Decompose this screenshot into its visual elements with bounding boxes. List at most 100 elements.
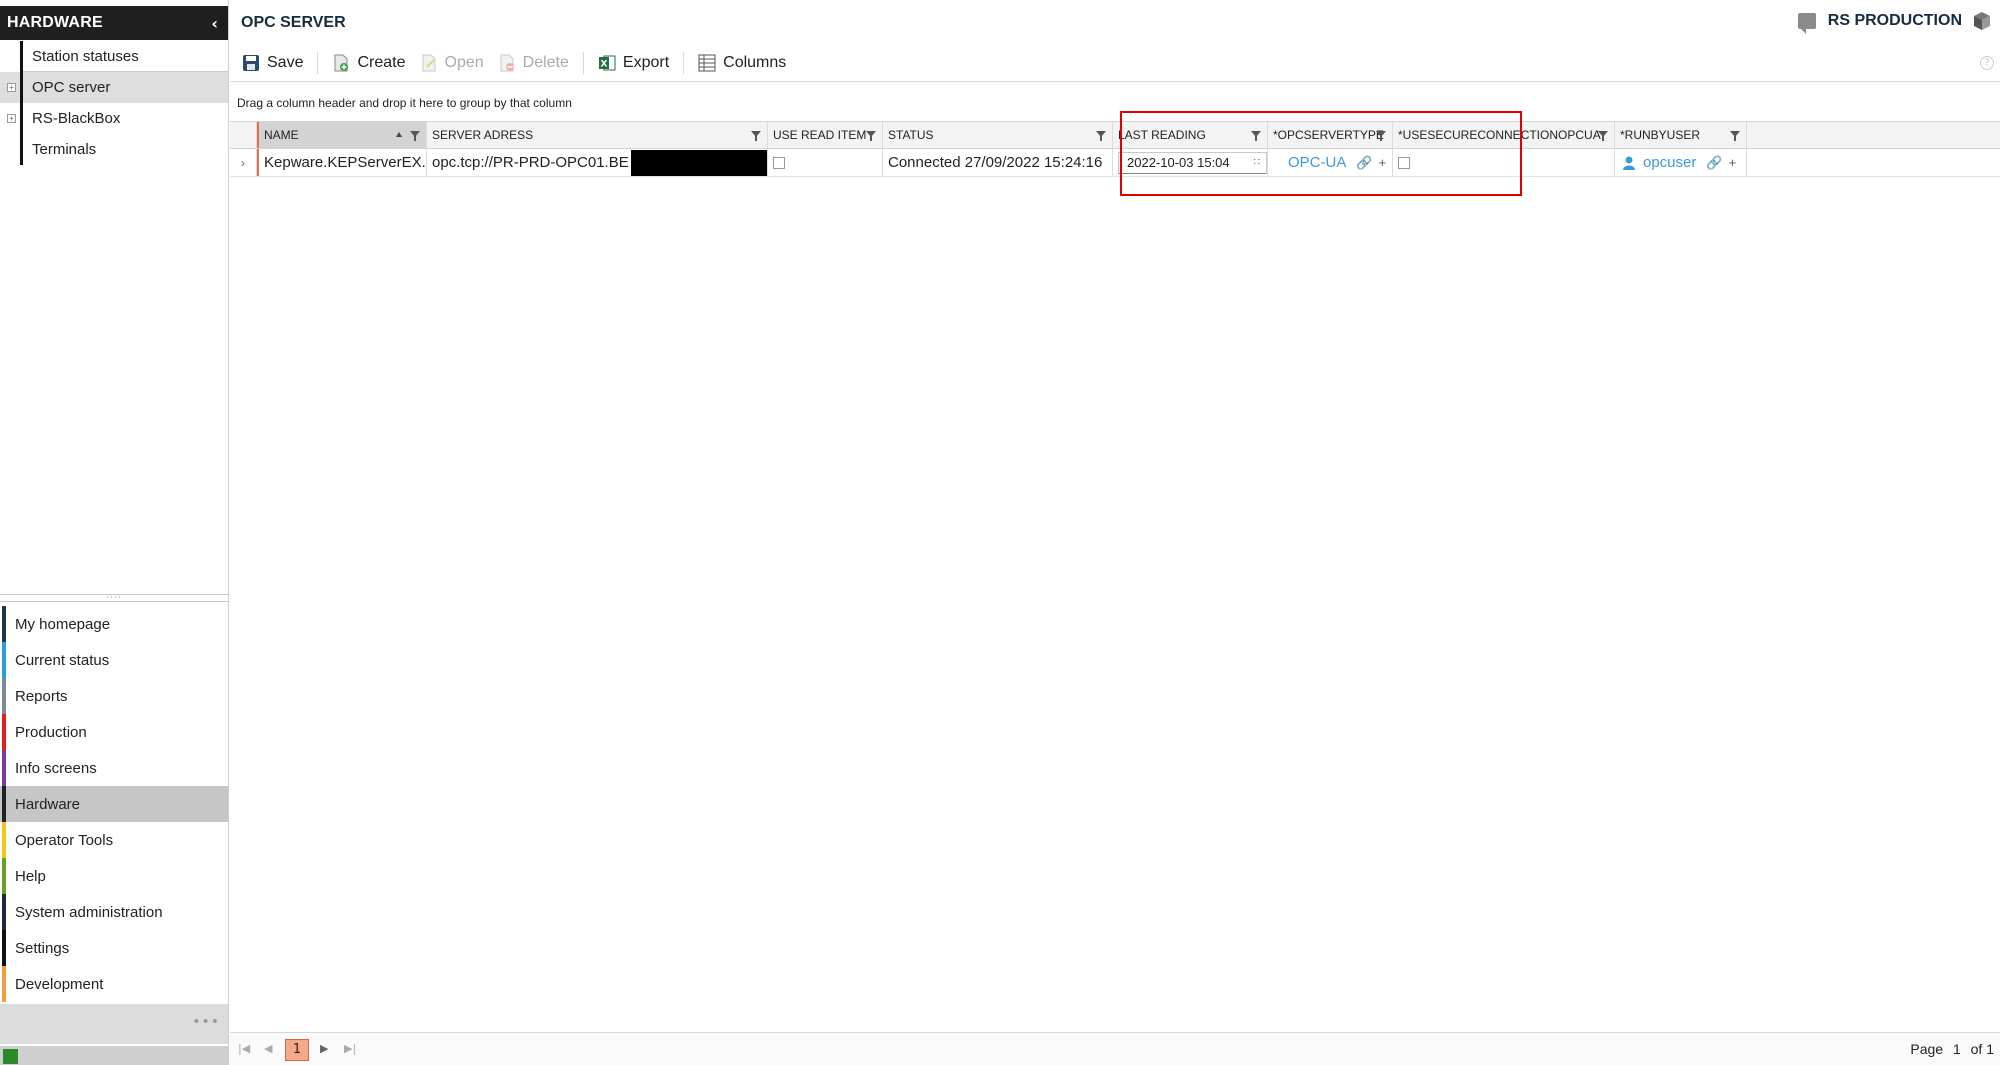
header-use-read-item[interactable]: USE READ ITEM bbox=[768, 122, 883, 148]
toolbar-separator bbox=[317, 51, 319, 74]
export-button[interactable]: X Export bbox=[598, 54, 669, 72]
tree-item-station-statuses[interactable]: Station statuses bbox=[0, 41, 228, 72]
cell-status[interactable]: Connected 27/09/2022 15:24:16 bbox=[883, 149, 1113, 176]
nav-item-label: Development bbox=[15, 975, 104, 993]
header-server-address-label: SERVER ADRESS bbox=[432, 128, 534, 142]
header-run-by-user[interactable]: *RUNBYUSER bbox=[1615, 122, 1747, 148]
page-info: Page 1 of 1 bbox=[1904, 1041, 1994, 1057]
cell-run-by-user[interactable]: opcuser 🔗 + bbox=[1615, 149, 1747, 176]
nav-item-reports[interactable]: Reports bbox=[0, 678, 228, 714]
sort-ascending-icon bbox=[396, 132, 402, 137]
page-label: Page bbox=[1910, 1041, 1944, 1057]
cell-use-read-item[interactable] bbox=[768, 149, 883, 176]
sidebar: HARDWARE ‹ Station statuses + OPC server… bbox=[0, 0, 229, 1065]
sidebar-title: HARDWARE bbox=[7, 14, 103, 31]
header-right: RS PRODUCTION bbox=[1797, 12, 1990, 34]
save-button[interactable]: Save bbox=[242, 54, 303, 72]
delete-button[interactable]: Delete bbox=[498, 54, 569, 72]
group-by-drop-area[interactable]: Drag a column header and drop it here to… bbox=[237, 96, 572, 110]
nav-item-help[interactable]: Help bbox=[0, 858, 228, 894]
header-server-address[interactable]: SERVER ADRESS bbox=[427, 122, 768, 148]
open-label: Open bbox=[444, 53, 484, 71]
page-title: OPC SERVER bbox=[241, 14, 346, 31]
more-dots-icon[interactable]: ••• bbox=[192, 1014, 220, 1030]
save-label: Save bbox=[267, 53, 304, 71]
tree-item-rs-blackbox[interactable]: + RS-BlackBox bbox=[0, 103, 228, 134]
filter-icon[interactable] bbox=[866, 131, 876, 141]
expand-plus-icon[interactable]: + bbox=[7, 114, 16, 123]
help-question-icon[interactable]: ? bbox=[1980, 56, 1994, 70]
sidebar-splitter[interactable]: ···· bbox=[0, 594, 228, 603]
nav-color-stripe bbox=[2, 858, 6, 894]
nav-item-info-screens[interactable]: Info screens bbox=[0, 750, 228, 786]
header-status[interactable]: STATUS bbox=[883, 122, 1113, 148]
tree-item-bar bbox=[20, 41, 23, 72]
toolbar-separator bbox=[582, 51, 584, 74]
table-row[interactable]: › Kepware.KEPServerEX.V6 opc.tcp://PR-PR… bbox=[230, 149, 2000, 177]
nav-item-label: Operator Tools bbox=[15, 831, 114, 849]
cell-name[interactable]: Kepware.KEPServerEX.V6 bbox=[257, 149, 427, 176]
toolbar: Save Create Open Delete X Export Columns… bbox=[230, 44, 2000, 82]
nav-color-stripe bbox=[2, 930, 6, 966]
chat-icon[interactable] bbox=[1797, 13, 1816, 34]
columns-label: Columns bbox=[723, 53, 787, 71]
filter-icon[interactable] bbox=[1730, 131, 1740, 141]
use-read-item-checkbox[interactable] bbox=[773, 156, 785, 169]
expand-plus-icon[interactable]: + bbox=[7, 83, 16, 92]
svg-text:X: X bbox=[600, 59, 607, 69]
company-name: RS PRODUCTION bbox=[1827, 12, 1962, 29]
nav-color-stripe bbox=[2, 894, 6, 930]
delete-document-icon bbox=[500, 54, 514, 71]
filter-icon[interactable] bbox=[1598, 131, 1608, 141]
main-navigation: My homepage Current status Reports Produ… bbox=[0, 606, 228, 1002]
header-name[interactable]: NAME bbox=[257, 122, 427, 148]
sidebar-footer: ••• bbox=[0, 1004, 228, 1044]
nav-item-label: Help bbox=[15, 867, 46, 885]
export-label: Export bbox=[622, 53, 670, 71]
current-page-button[interactable]: 1 bbox=[285, 1039, 309, 1061]
create-button[interactable]: Create bbox=[332, 54, 406, 72]
nav-item-hardware[interactable]: Hardware bbox=[0, 786, 228, 822]
cube-icon[interactable] bbox=[1974, 12, 1990, 30]
last-page-icon[interactable]: ▶| bbox=[344, 1042, 356, 1055]
first-page-icon[interactable]: |◀ bbox=[238, 1042, 250, 1055]
nav-item-system-administration[interactable]: System administration bbox=[0, 894, 228, 930]
columns-button[interactable]: Columns bbox=[698, 54, 786, 72]
floppy-disk-icon bbox=[243, 54, 259, 71]
grid-header-row: NAME SERVER ADRESS USE READ ITEM STATUS … bbox=[230, 121, 2000, 149]
tree-item-opc-server[interactable]: + OPC server bbox=[0, 72, 228, 103]
new-document-icon bbox=[334, 54, 349, 71]
next-page-icon[interactable]: ▶ bbox=[320, 1042, 328, 1055]
collapse-sidebar-chevron-icon[interactable]: ‹ bbox=[211, 14, 218, 33]
previous-page-icon[interactable]: ◀ bbox=[264, 1042, 272, 1055]
nav-item-my-homepage[interactable]: My homepage bbox=[0, 606, 228, 642]
toolbar-separator bbox=[683, 51, 685, 74]
tree-item-bar bbox=[20, 72, 23, 103]
tree-item-label: Terminals bbox=[32, 141, 97, 158]
filter-icon[interactable] bbox=[751, 131, 761, 141]
cell-server-address[interactable]: opc.tcp://PR-PRD-OPC01.BE bbox=[427, 149, 768, 176]
nav-item-production[interactable]: Production bbox=[0, 714, 228, 750]
add-plus-icon[interactable]: + bbox=[1729, 155, 1737, 170]
nav-item-operator-tools[interactable]: Operator Tools bbox=[0, 822, 228, 858]
open-button[interactable]: Open bbox=[420, 54, 484, 72]
header-run-by-user-label: *RUNBYUSER bbox=[1620, 128, 1701, 142]
opc-server-grid: NAME SERVER ADRESS USE READ ITEM STATUS … bbox=[230, 121, 2000, 177]
nav-color-stripe bbox=[2, 822, 6, 858]
link-icon[interactable]: 🔗 bbox=[1706, 155, 1722, 171]
filter-icon[interactable] bbox=[1096, 131, 1106, 141]
tree-item-bar bbox=[20, 103, 23, 134]
nav-item-current-status[interactable]: Current status bbox=[0, 642, 228, 678]
nav-item-development[interactable]: Development bbox=[0, 966, 228, 1002]
nav-color-stripe bbox=[2, 750, 6, 786]
row-expand-chevron-icon[interactable]: › bbox=[230, 149, 257, 176]
header-status-label: STATUS bbox=[888, 128, 934, 142]
filter-icon[interactable] bbox=[410, 131, 420, 141]
run-by-user-link[interactable]: opcuser bbox=[1643, 154, 1696, 171]
page-total: of 1 bbox=[1970, 1041, 1994, 1057]
excel-icon: X bbox=[598, 55, 616, 70]
tree-item-terminals[interactable]: Terminals bbox=[0, 134, 228, 165]
nav-color-stripe bbox=[2, 714, 6, 750]
header-use-read-item-label: USE READ ITEM bbox=[773, 128, 867, 142]
nav-item-settings[interactable]: Settings bbox=[0, 930, 228, 966]
